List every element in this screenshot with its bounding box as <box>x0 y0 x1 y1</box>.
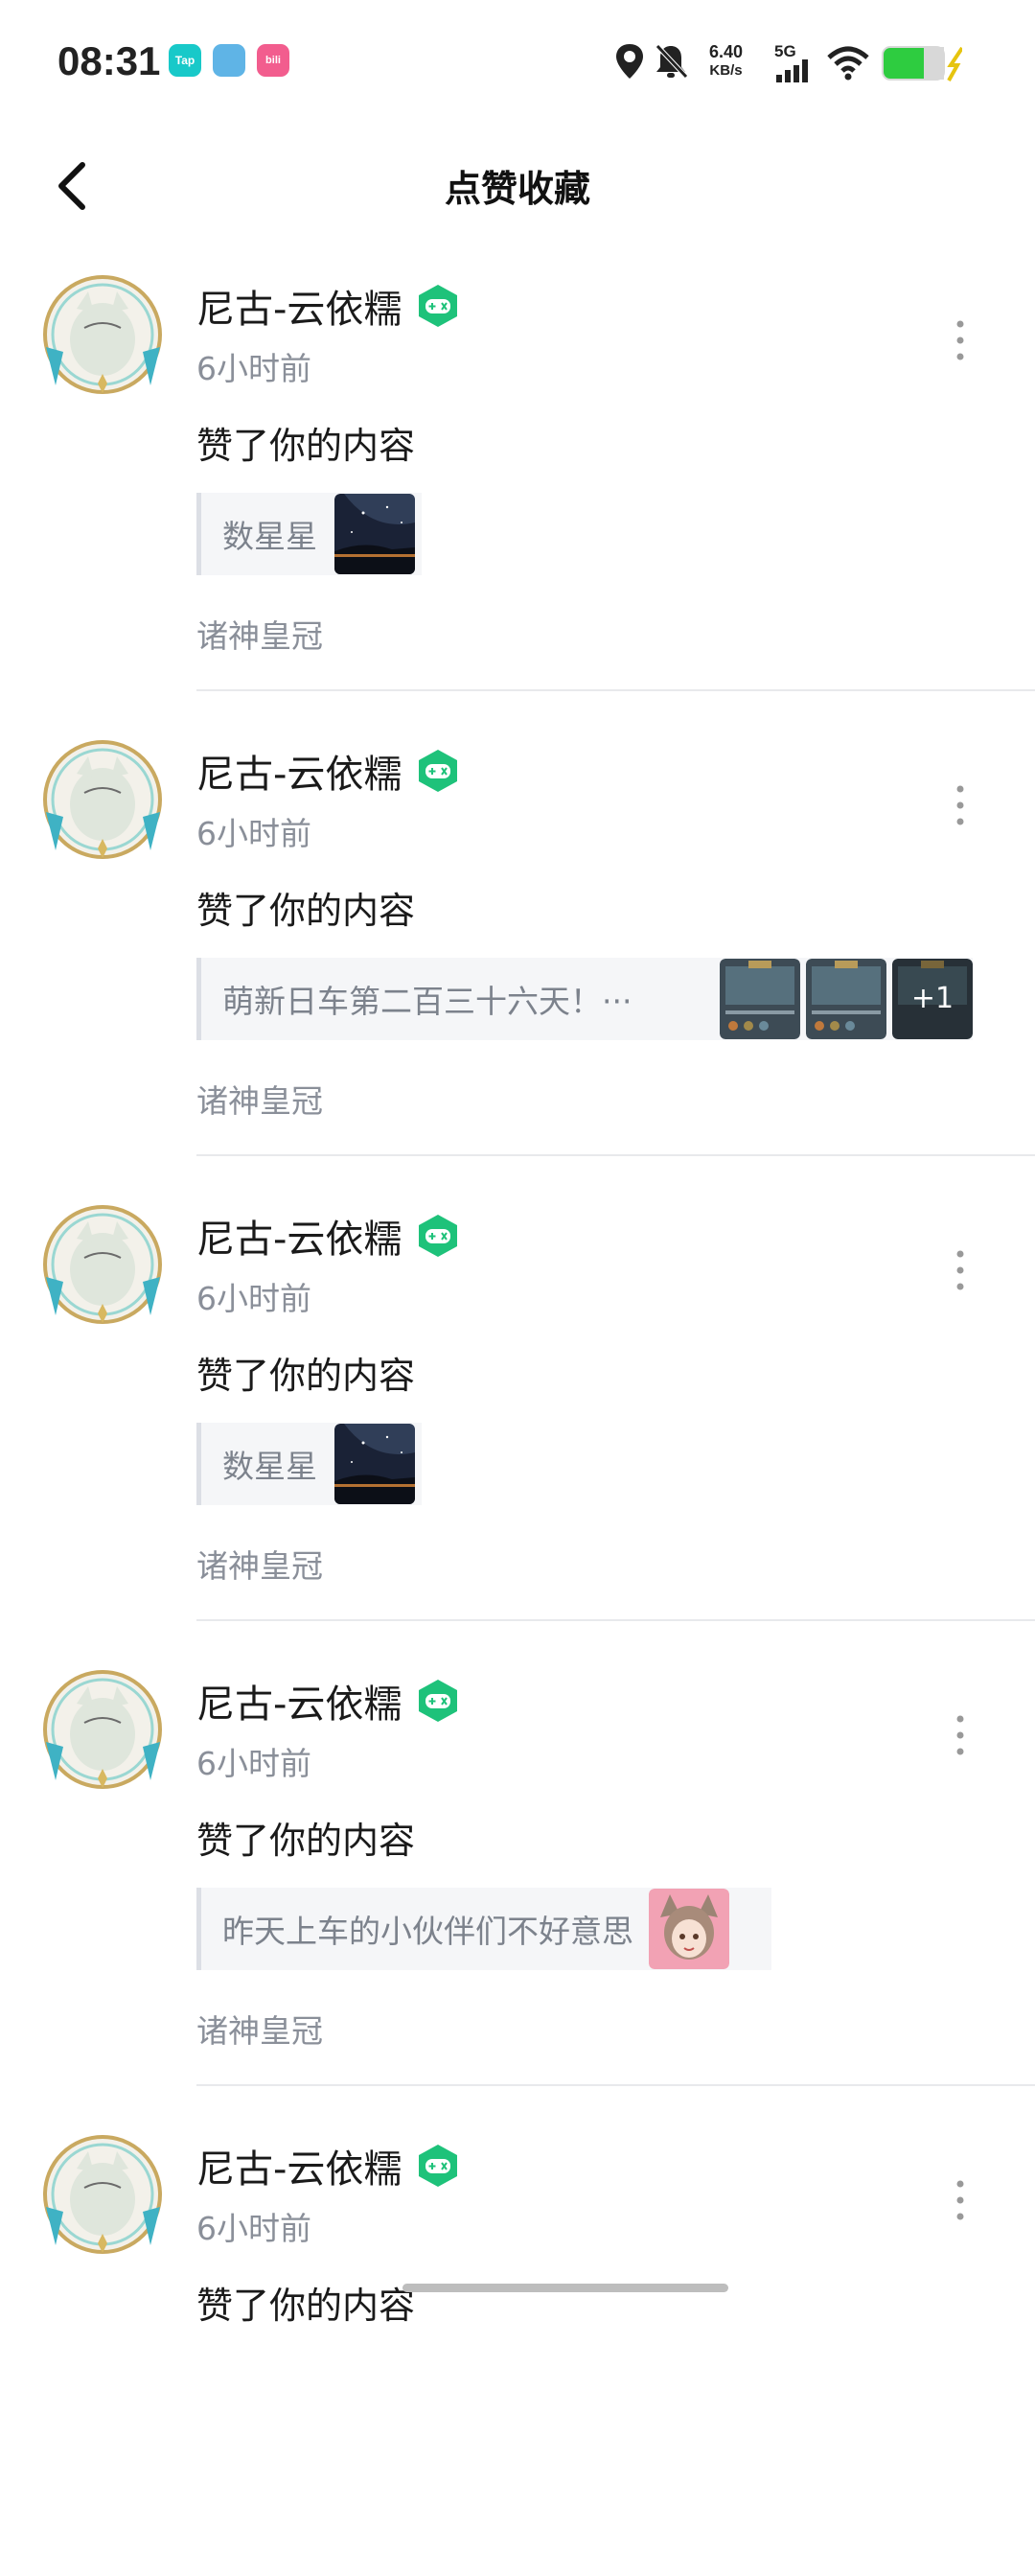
game-badge-icon <box>419 1680 458 1722</box>
game-screenshot-thumbnail <box>806 959 886 1039</box>
quoted-content[interactable]: 数星星 <box>196 493 422 575</box>
network-speed: 6.40 KB/s <box>709 42 744 79</box>
action-text: 赞了你的内容 <box>196 890 416 932</box>
user-name-row: 尼古-云依糯 <box>196 2138 461 2193</box>
item-divider <box>196 1619 1035 1621</box>
section-name[interactable]: 诸神皇冠 <box>196 1541 323 1587</box>
user-name[interactable]: 尼古-云依糯 <box>196 2138 402 2193</box>
quoted-content[interactable]: 昨天上车的小伙伴们不好意思 <box>196 1888 771 1970</box>
more-options-icon[interactable] <box>954 1248 966 1292</box>
user-name-row: 尼古-云依糯 <box>196 278 461 334</box>
user-avatar[interactable] <box>38 270 168 400</box>
signal-icon <box>776 59 808 82</box>
night-sky-thumbnail <box>334 1424 415 1504</box>
status-bar: 08:31 Tap bili 6.40 KB/s 5G <box>0 0 1035 125</box>
likes-feed: 尼古-云依糯 6小时前 赞了你的内容 数星星 诸神皇冠 尼古-云依糯 6小时前 … <box>0 251 1035 2576</box>
section-name[interactable]: 诸神皇冠 <box>196 2006 323 2052</box>
wifi-icon <box>827 46 869 81</box>
section-name[interactable]: 诸神皇冠 <box>196 611 323 657</box>
action-text: 赞了你的内容 <box>196 425 416 467</box>
time-ago: 6小时前 <box>196 350 311 387</box>
action-text: 赞了你的内容 <box>196 2285 416 2327</box>
item-divider <box>196 2084 1035 2086</box>
time-ago: 6小时前 <box>196 2210 311 2247</box>
network-type: 5G <box>774 42 796 60</box>
notification-app-icon <box>213 44 245 77</box>
list-item[interactable]: 尼古-云依糯 6小时前 赞了你的内容 <box>0 2111 1035 2576</box>
page-header: 点赞收藏 <box>0 134 1035 240</box>
more-options-icon[interactable] <box>954 783 966 827</box>
game-badge-icon <box>419 750 458 792</box>
battery-icon <box>882 46 962 81</box>
taptap-app-icon: Tap <box>169 44 201 77</box>
more-images-thumbnail: +1 <box>892 959 973 1039</box>
quoted-content-text: 数星星 <box>222 518 317 555</box>
status-time: 08:31 <box>58 38 161 83</box>
quoted-content-text: 昨天上车的小伙伴们不好意思 <box>222 1913 633 1950</box>
bilibili-app-icon: bili <box>257 44 289 77</box>
quoted-content[interactable]: 数星星 <box>196 1423 422 1505</box>
more-options-icon[interactable] <box>954 318 966 362</box>
quoted-content[interactable]: 萌新日车第二百三十六天！··· +1 <box>196 958 973 1040</box>
user-avatar[interactable] <box>38 735 168 865</box>
section-name[interactable]: 诸神皇冠 <box>196 1076 323 1122</box>
time-ago: 6小时前 <box>196 1745 311 1782</box>
time-ago: 6小时前 <box>196 1280 311 1317</box>
list-item[interactable]: 尼古-云依糯 6小时前 赞了你的内容 数星星 诸神皇冠 <box>0 1181 1035 1646</box>
user-name[interactable]: 尼古-云依糯 <box>196 278 402 334</box>
quoted-content-text: 数星星 <box>222 1448 317 1485</box>
user-name[interactable]: 尼古-云依糯 <box>196 743 402 799</box>
night-sky-thumbnail <box>334 494 415 574</box>
time-ago: 6小时前 <box>196 815 311 852</box>
home-indicator[interactable] <box>402 2284 728 2292</box>
more-options-icon[interactable] <box>954 1713 966 1757</box>
location-icon <box>616 44 643 79</box>
user-name[interactable]: 尼古-云依糯 <box>196 1208 402 1264</box>
user-avatar[interactable] <box>38 1665 168 1795</box>
extra-image-count: +1 <box>910 982 954 1015</box>
game-badge-icon <box>419 2145 458 2187</box>
bell-off-icon <box>656 44 688 79</box>
action-text: 赞了你的内容 <box>196 1820 416 1862</box>
more-options-icon[interactable] <box>954 2178 966 2222</box>
quoted-content-text: 萌新日车第二百三十六天！··· <box>222 983 632 1020</box>
item-divider <box>196 689 1035 691</box>
user-name-row: 尼古-云依糯 <box>196 1673 461 1729</box>
user-name-row: 尼古-云依糯 <box>196 1208 461 1264</box>
list-item[interactable]: 尼古-云依糯 6小时前 赞了你的内容 萌新日车第二百三十六天！··· +1 诸神… <box>0 716 1035 1181</box>
user-avatar[interactable] <box>38 2130 168 2260</box>
user-avatar[interactable] <box>38 1200 168 1330</box>
list-item[interactable]: 尼古-云依糯 6小时前 赞了你的内容 昨天上车的小伙伴们不好意思 诸神皇冠 <box>0 1646 1035 2111</box>
item-divider <box>196 1154 1035 1156</box>
list-item[interactable]: 尼古-云依糯 6小时前 赞了你的内容 数星星 诸神皇冠 <box>0 251 1035 716</box>
user-name[interactable]: 尼古-云依糯 <box>196 1673 402 1729</box>
anime-girl-thumbnail <box>649 1889 729 1969</box>
action-text: 赞了你的内容 <box>196 1355 416 1397</box>
game-screenshot-thumbnail <box>720 959 800 1039</box>
game-badge-icon <box>419 285 458 327</box>
page-title: 点赞收藏 <box>444 168 590 210</box>
game-badge-icon <box>419 1215 458 1257</box>
user-name-row: 尼古-云依糯 <box>196 743 461 799</box>
